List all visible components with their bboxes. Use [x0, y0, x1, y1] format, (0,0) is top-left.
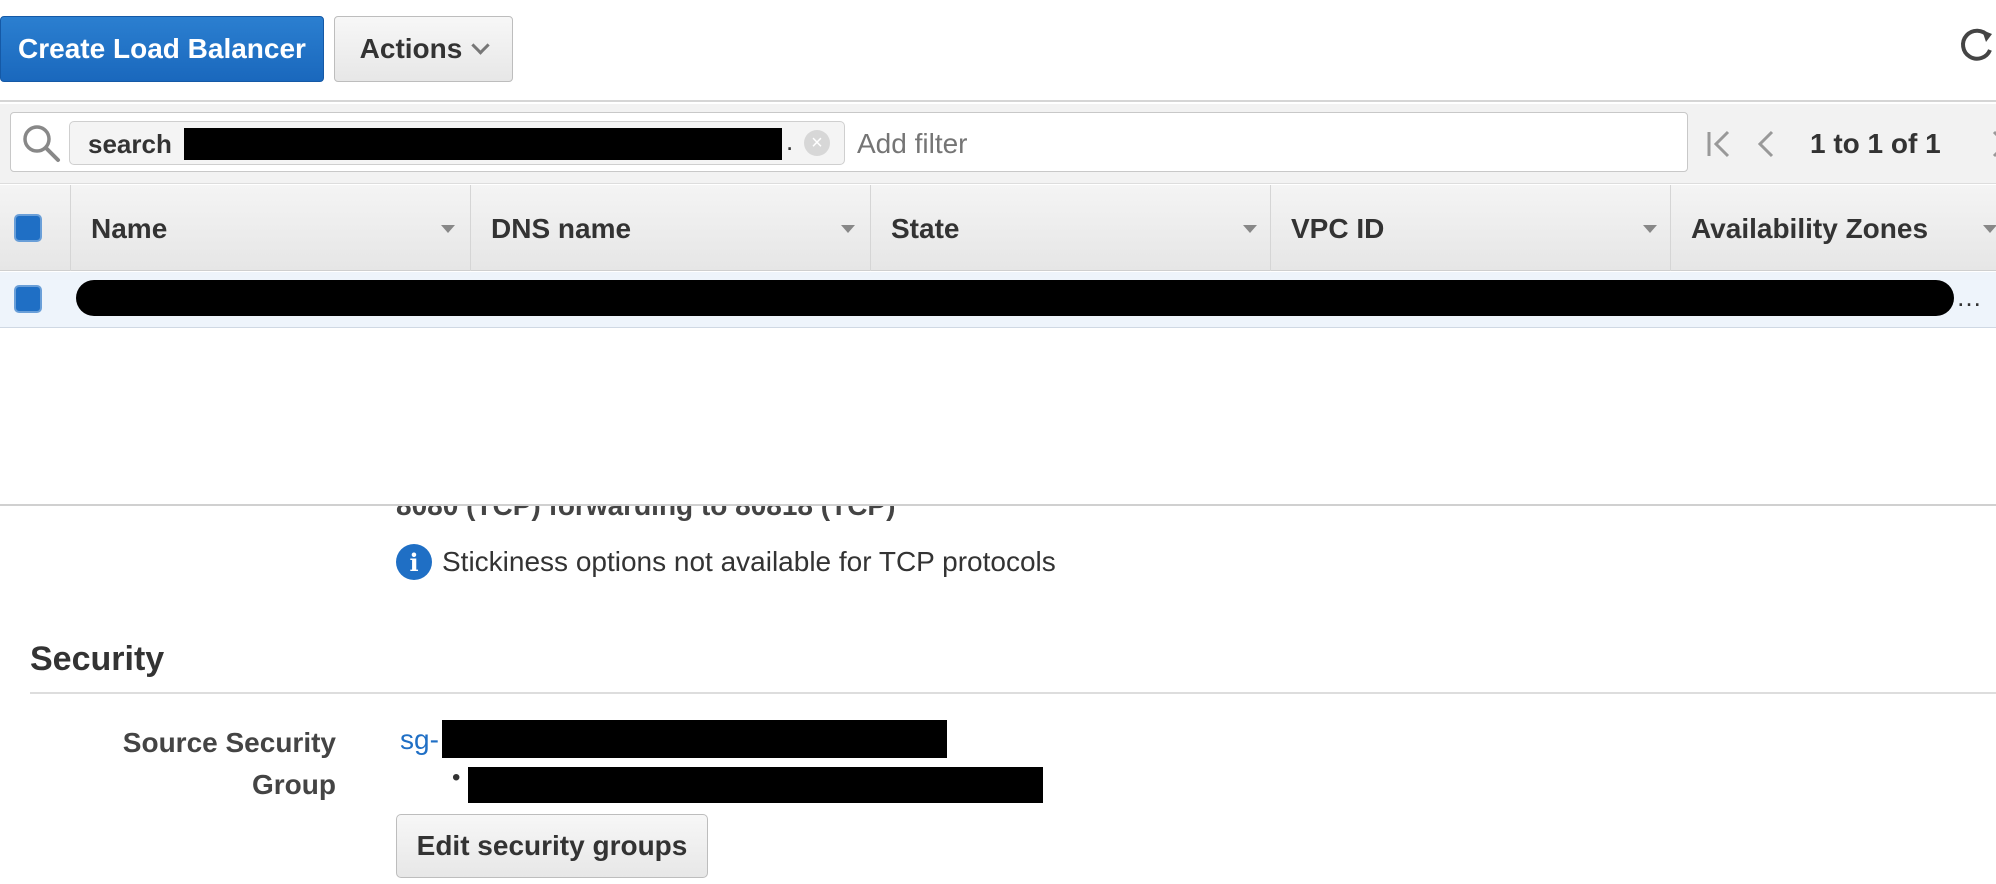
label-line-2: Group [252, 769, 336, 800]
table-header: Name DNS name State VPC ID Availability … [0, 185, 1996, 271]
search-token-trailing: . [786, 126, 794, 156]
stickiness-info-text: Stickiness options not available for TCP… [442, 546, 1056, 577]
search-token-key: search [88, 129, 172, 159]
listener-text: 8080 (TCP) forwarding to 80818 (TCP) [396, 506, 895, 522]
search-filter-box[interactable]: search . × [10, 112, 1688, 172]
add-filter-input[interactable] [855, 127, 1635, 161]
previous-page-icon[interactable] [1756, 129, 1810, 159]
sort-arrow-icon[interactable] [841, 225, 855, 233]
redacted-security-group-id [442, 720, 947, 758]
info-icon: i [396, 544, 432, 580]
column-label: Name [91, 213, 168, 244]
column-label: VPC ID [1291, 213, 1385, 244]
actions-dropdown-button[interactable]: Actions [334, 16, 513, 82]
security-group-link[interactable]: sg- [400, 724, 439, 756]
redacted-security-group-name [468, 767, 1043, 803]
chevron-down-icon [471, 35, 491, 55]
bullet: • [452, 764, 461, 791]
refresh-icon[interactable] [1958, 22, 1996, 66]
column-header-availability-zones[interactable]: Availability Zones [1670, 185, 1996, 271]
toolbar: Create Load Balancer Actions [0, 0, 1996, 102]
row-ellipsis: … [1956, 282, 1982, 312]
row-checkbox[interactable] [14, 285, 42, 313]
actions-label: Actions [359, 33, 463, 64]
next-page-icon[interactable] [1990, 129, 1996, 159]
search-token[interactable]: search . × [69, 121, 845, 165]
clear-token-icon[interactable]: × [804, 130, 830, 156]
source-security-group-label: Source Security Group [90, 722, 336, 806]
table-row[interactable]: … [0, 272, 1996, 328]
column-header-vpc-id[interactable]: VPC ID [1270, 185, 1670, 271]
security-section-title: Security [30, 640, 165, 678]
sort-arrow-icon[interactable] [1983, 225, 1996, 233]
edit-security-groups-button[interactable]: Edit security groups [396, 814, 708, 878]
redacted-search-value [184, 128, 782, 160]
column-label: State [891, 213, 960, 244]
column-header-dns-name[interactable]: DNS name [470, 185, 870, 271]
create-load-balancer-label: Create Load Balancer [18, 33, 306, 64]
column-label: DNS name [491, 213, 632, 244]
column-header-name[interactable]: Name [70, 185, 470, 271]
label-line-1: Source Security [122, 727, 336, 758]
pagination: 1 to 1 of 1 [1706, 124, 1996, 164]
first-page-icon[interactable] [1706, 129, 1756, 159]
listener-text-cutoff: 8080 (TCP) forwarding to 80818 (TCP) [396, 506, 1066, 522]
create-load-balancer-button[interactable]: Create Load Balancer [0, 16, 324, 82]
section-divider [30, 692, 1996, 694]
sort-arrow-icon[interactable] [1643, 225, 1657, 233]
sort-arrow-icon[interactable] [1243, 225, 1257, 233]
sort-arrow-icon[interactable] [441, 225, 455, 233]
redacted-row-content [76, 280, 1954, 316]
edit-security-groups-label: Edit security groups [416, 830, 688, 861]
search-icon [23, 125, 60, 162]
filter-bar: search . × 1 to 1 of 1 [0, 104, 1996, 184]
column-header-state[interactable]: State [870, 185, 1270, 271]
stickiness-info: i Stickiness options not available for T… [396, 542, 1056, 582]
select-all-checkbox[interactable] [14, 214, 42, 242]
column-label: Availability Zones [1691, 213, 1929, 244]
pagination-text: 1 to 1 of 1 [1810, 128, 1941, 159]
